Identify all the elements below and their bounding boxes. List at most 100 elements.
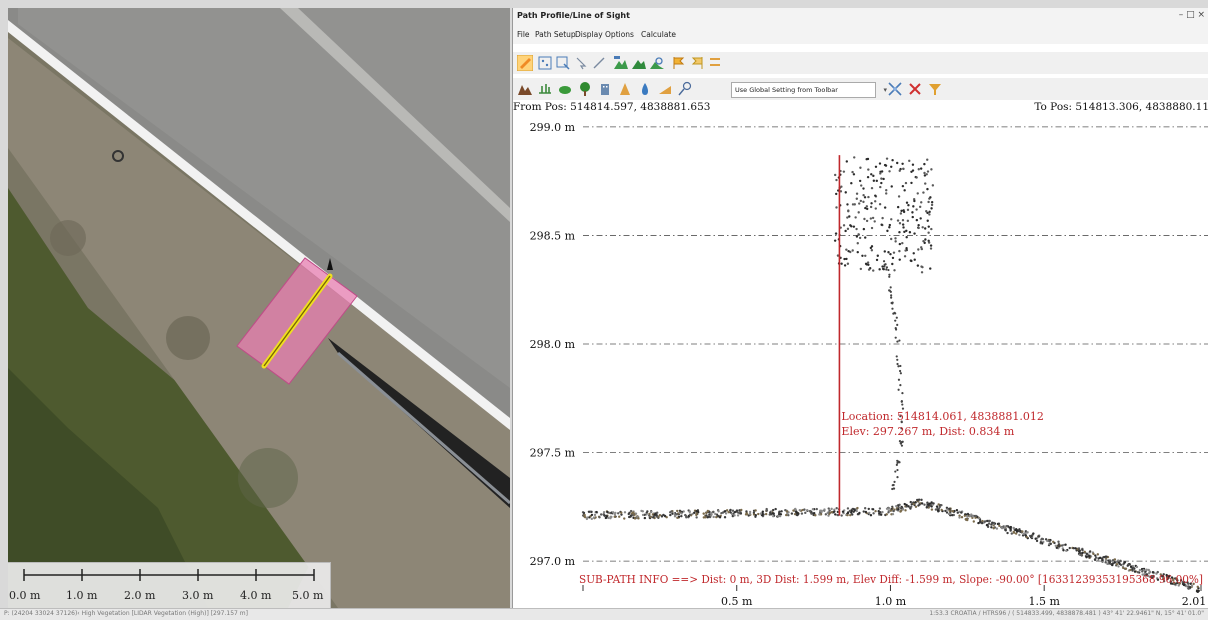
canopy-point <box>922 191 925 194</box>
ground-point <box>1048 540 1051 543</box>
ground-point <box>1049 542 1052 546</box>
canopy-point <box>883 250 886 253</box>
path-profile-plot[interactable]: 299.0 m 298.5 m 298.0 m 297.5 m 297.0 m 0.5 … <box>513 8 1208 608</box>
canopy-point <box>901 162 904 165</box>
canopy-point <box>926 219 929 222</box>
ground-point <box>1115 562 1119 566</box>
canopy-point <box>899 212 903 215</box>
trunk-point <box>892 483 895 487</box>
ground-point <box>1081 551 1084 555</box>
canopy-point <box>859 199 863 203</box>
ground-point <box>757 512 760 516</box>
canopy-point <box>902 226 905 229</box>
trunk-point <box>891 302 894 305</box>
canopy-point <box>890 185 893 188</box>
ground-point <box>956 511 959 514</box>
x-tick-label: 2.01 m <box>1182 595 1208 608</box>
ground-point <box>717 510 720 513</box>
ground-point <box>1065 549 1068 553</box>
ground-point <box>1022 532 1026 536</box>
canopy-point <box>857 233 861 236</box>
scale-bar: 0.0 m 1.0 m 2.0 m 3.0 m 4.0 m 5.0 m <box>8 562 331 609</box>
ground-point <box>930 508 934 511</box>
canopy-point <box>862 187 865 190</box>
canopy-point <box>896 205 900 209</box>
canopy-point <box>915 176 918 179</box>
canopy-point <box>927 231 930 234</box>
canopy-point <box>901 241 904 245</box>
canopy-point <box>878 203 882 206</box>
ground-point <box>853 509 856 512</box>
trunk-point <box>890 294 893 297</box>
ground-point <box>885 513 888 516</box>
x-tick-label: 0.5 m <box>721 595 753 608</box>
ground-point <box>1129 565 1133 568</box>
canopy-point <box>851 170 854 174</box>
canopy-point <box>898 249 901 253</box>
canopy-point <box>898 222 902 225</box>
canopy-point <box>928 213 931 216</box>
ground-point <box>891 512 895 516</box>
ground-point <box>1064 543 1067 546</box>
canopy-point <box>869 217 873 220</box>
ground-point <box>937 503 940 506</box>
ground-point <box>823 508 826 511</box>
canopy-point <box>898 242 902 246</box>
ground-point <box>1014 528 1017 532</box>
ground-point <box>871 508 875 511</box>
trunk-point <box>888 275 891 278</box>
ground-point <box>1118 562 1121 566</box>
ground-point <box>688 510 691 513</box>
ground-point <box>990 523 993 526</box>
ground-point <box>987 522 991 525</box>
canopy-point <box>916 264 920 267</box>
canopy-point <box>862 227 866 231</box>
ground-point <box>680 512 683 515</box>
ground-point <box>1187 587 1190 590</box>
aerial-imagery <box>8 8 510 608</box>
canopy-point <box>890 165 893 168</box>
ground-point <box>1102 555 1106 559</box>
trunk-point <box>900 444 904 447</box>
canopy-point <box>916 192 919 195</box>
ground-point <box>1131 568 1134 571</box>
trunk-point <box>894 470 897 473</box>
ground-point <box>1024 534 1028 537</box>
ground-point <box>1104 561 1107 564</box>
ground-point <box>795 513 798 517</box>
ground-point <box>920 502 924 505</box>
canopy-point <box>920 271 924 274</box>
ground-point <box>972 520 976 523</box>
ground-point <box>1052 540 1055 544</box>
canopy-point <box>927 200 930 204</box>
trunk-point <box>884 263 887 266</box>
canopy-point <box>913 232 916 235</box>
ground-point <box>613 515 616 519</box>
canopy-point <box>861 254 864 257</box>
aerial-map-view[interactable] <box>8 8 510 608</box>
canopy-point <box>898 169 901 172</box>
ground-point <box>721 511 725 514</box>
ground-point <box>1058 545 1061 548</box>
ground-point <box>1196 585 1199 589</box>
canopy-point <box>881 265 884 268</box>
ground-point <box>590 517 594 521</box>
canopy-point <box>901 223 905 226</box>
canopy-point <box>904 181 908 185</box>
ground-point <box>1126 564 1129 567</box>
canopy-point <box>856 250 859 254</box>
ground-point <box>974 514 978 518</box>
canopy-point <box>896 219 900 222</box>
canopy-point <box>905 229 908 232</box>
canopy-point <box>880 181 883 185</box>
ground-point <box>897 508 900 511</box>
ground-point <box>917 504 920 507</box>
canopy-point <box>872 179 876 182</box>
y-axis-ticks: 299.0 m 298.5 m 298.0 m 297.5 m 297.0 m <box>530 121 576 568</box>
ground-point <box>643 516 647 520</box>
ground-point <box>811 507 815 511</box>
ground-point <box>676 516 679 520</box>
ground-point <box>1018 530 1022 533</box>
canopy-point <box>864 236 867 239</box>
canopy-point <box>846 227 850 231</box>
